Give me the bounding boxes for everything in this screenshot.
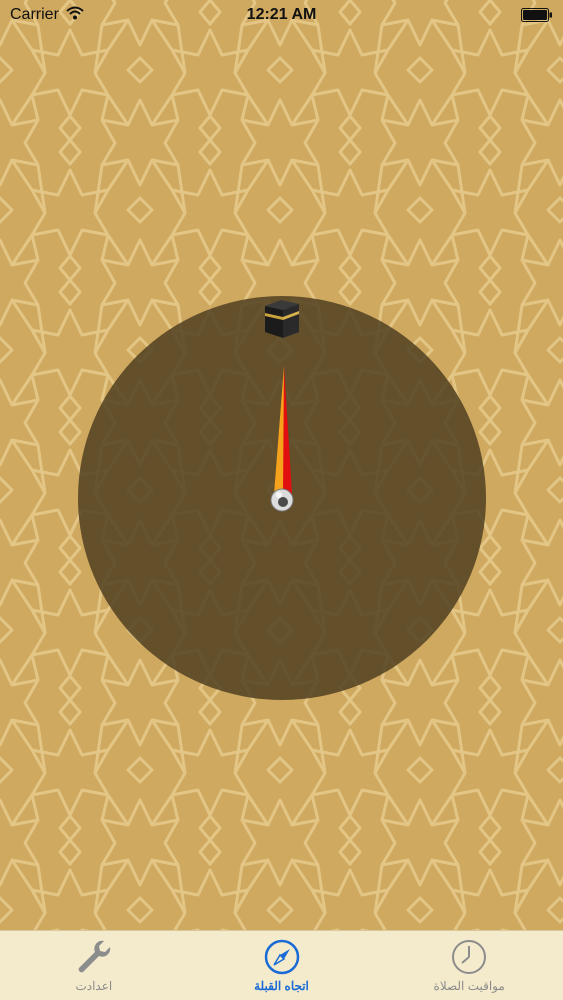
tab-qibla-direction[interactable]: اتجاه القبلة <box>188 931 376 1000</box>
wrench-icon <box>78 940 111 973</box>
tab-prayer-times-label: مواقيت الصلاة <box>433 979 505 993</box>
tab-prayer-times[interactable]: مواقيت الصلاة <box>375 931 563 1000</box>
kaaba-icon <box>265 300 299 338</box>
tab-settings[interactable]: اعدادت <box>0 931 188 1000</box>
needle-pivot <box>270 488 294 512</box>
status-time: 12:21 AM <box>246 6 317 23</box>
qibla-compass <box>78 296 486 700</box>
compass-icon <box>264 939 299 975</box>
tab-bar: اعدادت اتجاه القبلة مواقيت الصلاة <box>0 930 563 1000</box>
qibla-screen: Carrier 12:21 AM اعدادت اتجاه القبلة موا… <box>0 0 563 1000</box>
tab-settings-label: اعدادت <box>75 979 113 993</box>
status-bar: Carrier 12:21 AM <box>0 0 563 30</box>
battery-icon <box>521 8 552 22</box>
tab-qibla-label: اتجاه القبلة <box>254 979 309 993</box>
clock-icon <box>452 940 487 974</box>
